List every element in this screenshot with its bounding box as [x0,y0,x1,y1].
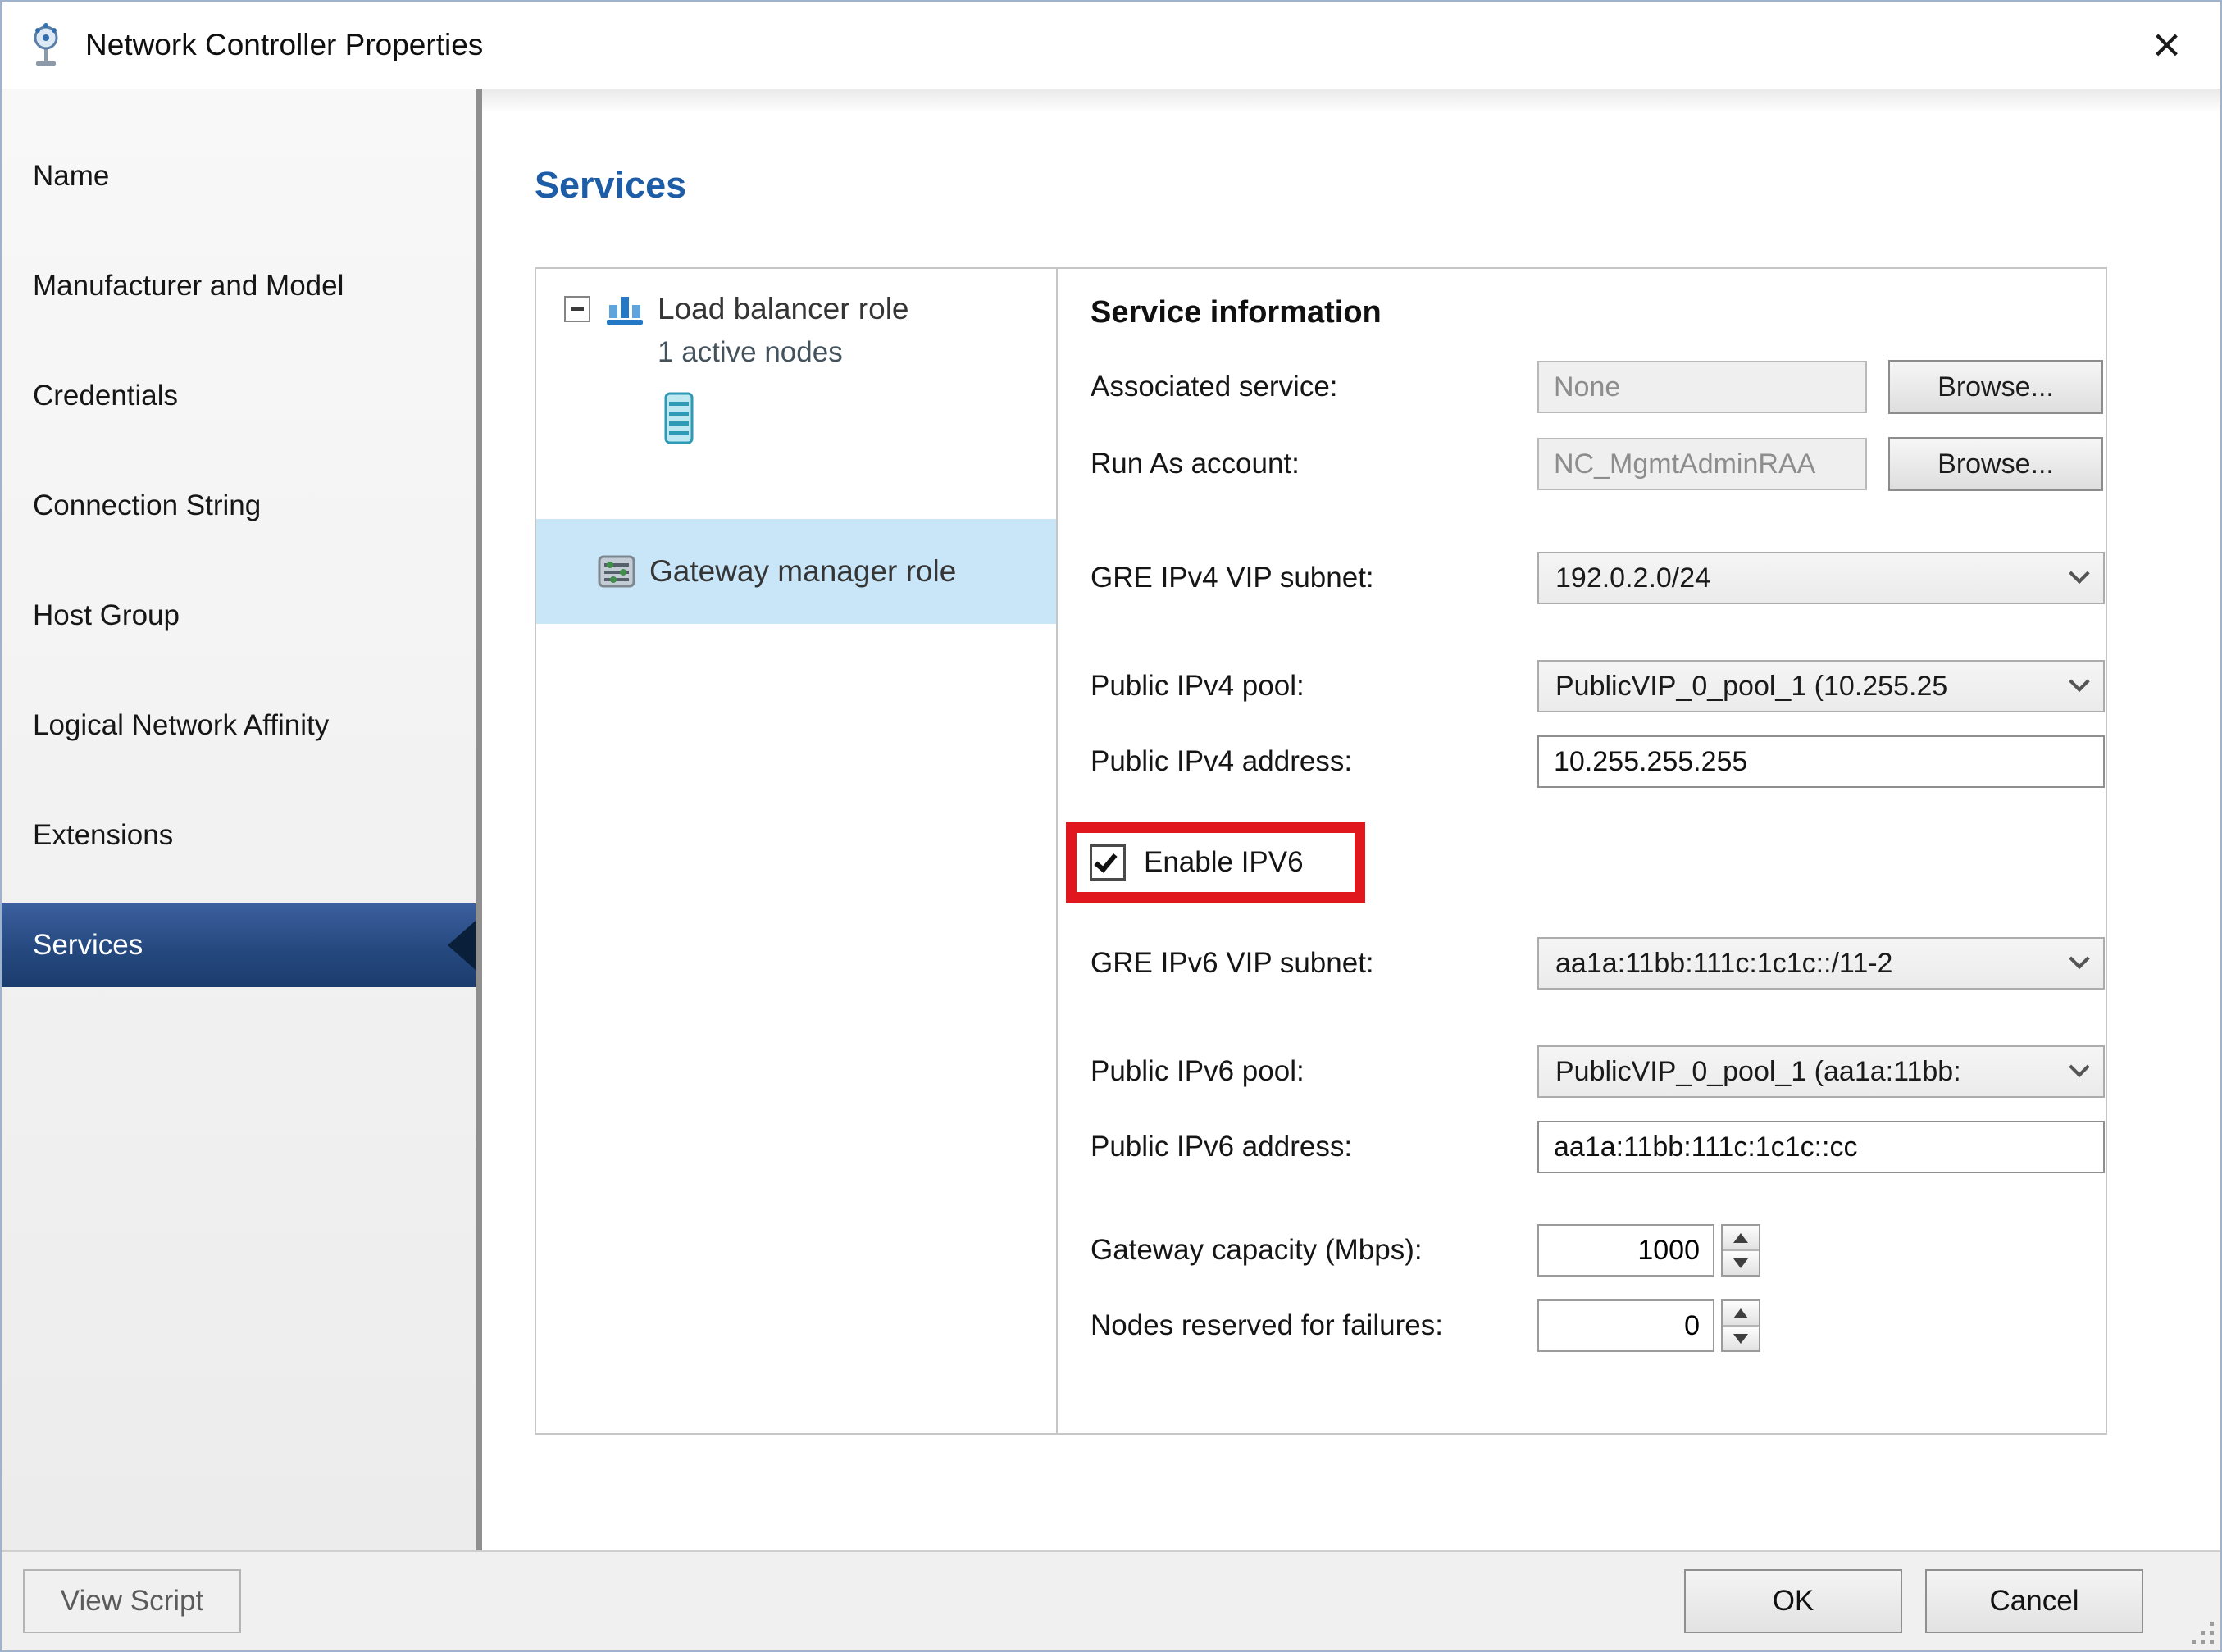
load-balancer-node[interactable]: Load balancer role [536,292,1056,326]
load-balancer-active-nodes: 1 active nodes [658,336,843,368]
public-ipv6-address-label: Public IPv6 address: [1091,1131,1353,1163]
gateway-manager-icon [597,552,636,591]
network-controller-icon [23,22,69,68]
run-as-account-row: Run As account: Browse... [1091,437,2106,491]
main-content: Services Load balancer role 1 active nod… [482,89,2220,1550]
nodes-reserved-row: Nodes reserved for failures: [1091,1299,2106,1352]
load-balancer-label: Load balancer role [658,292,909,325]
chevron-down-icon [2069,1056,2090,1078]
enable-ipv6-label: Enable IPV6 [1144,846,1304,878]
spinner-down-icon[interactable] [1723,1249,1759,1275]
public-ipv6-pool-value: PublicVIP_0_pool_1 (aa1a:11bb: [1555,1055,1961,1087]
gateway-manager-node[interactable]: Gateway manager role [536,519,1056,624]
sidebar-item-label: Extensions [33,819,174,851]
spinner-up-icon[interactable] [1723,1301,1759,1325]
gateway-capacity-spinner [1721,1224,1760,1277]
gre-ipv6-subnet-label: GRE IPv6 VIP subnet: [1091,947,1374,979]
sidebar-item-label: Manufacturer and Model [33,270,344,302]
nodes-reserved-label: Nodes reserved for failures: [1091,1309,1443,1341]
page-title: Services [535,164,687,206]
cancel-button[interactable]: Cancel [1925,1569,2143,1633]
gateway-capacity-label: Gateway capacity (Mbps): [1091,1234,1423,1266]
enable-ipv6-row: Enable IPV6 [1066,822,2106,903]
gre-ipv4-subnet-dropdown[interactable]: 192.0.2.0/24 [1537,552,2105,604]
gre-ipv6-subnet-dropdown[interactable]: aa1a:11bb:111c:1c1c::/11-2 [1537,937,2105,990]
sidebar-item-label: Connection String [33,489,262,521]
sidebar-item-label: Host Group [33,599,180,631]
public-ipv4-pool-row: Public IPv4 pool: PublicVIP_0_pool_1 (10… [1091,660,2106,712]
public-ipv6-address-input[interactable] [1537,1121,2105,1173]
public-ipv6-pool-label: Public IPv6 pool: [1091,1055,1305,1087]
sidebar-item-credentials[interactable]: Credentials [2,354,476,438]
top-shadow-band [482,89,2220,113]
sidebar-item-services[interactable]: Services [2,903,476,987]
roles-tree: Load balancer role 1 active nodes Gatewa… [536,269,1058,1433]
chevron-down-icon [2069,948,2090,970]
gre-ipv6-subnet-value: aa1a:11bb:111c:1c1c::/11-2 [1555,947,1893,979]
run-as-browse-button[interactable]: Browse... [1888,437,2103,491]
red-annotation-highlight: Enable IPV6 [1066,822,1365,903]
public-ipv4-address-row: Public IPv4 address: [1091,735,2106,788]
run-as-account-field [1537,438,1867,490]
public-ipv4-pool-label: Public IPv4 pool: [1091,670,1305,702]
gre-ipv4-subnet-row: GRE IPv4 VIP subnet: 192.0.2.0/24 [1091,552,2106,604]
sidebar-item-label: Name [33,160,110,192]
associated-service-browse-button[interactable]: Browse... [1888,360,2103,414]
section-title: Service information [1091,295,1382,330]
gre-ipv6-subnet-row: GRE IPv6 VIP subnet: aa1a:11bb:111c:1c1c… [1091,937,2106,990]
nodes-reserved-input[interactable] [1537,1299,1714,1352]
associated-service-row: Associated service: Browse... [1091,360,2106,414]
view-script-button[interactable]: View Script [23,1569,241,1633]
checkmark-icon [1094,849,1118,873]
gateway-manager-label: Gateway manager role [649,554,957,588]
resize-grip-icon[interactable] [2186,1616,2215,1645]
dialog-body: Name Manufacturer and Model Credentials … [2,89,2220,1550]
gre-ipv4-subnet-label: GRE IPv4 VIP subnet: [1091,562,1374,594]
public-ipv4-pool-value: PublicVIP_0_pool_1 (10.255.25 [1555,670,1948,702]
service-information-form: Service information Associated service: … [1058,269,2106,1433]
enable-ipv6-checkbox[interactable] [1090,844,1126,881]
sidebar-item-host-group[interactable]: Host Group [2,574,476,658]
nodes-reserved-spinner [1721,1299,1760,1352]
run-as-account-label: Run As account: [1091,448,1300,480]
sidebar-item-label: Services [33,929,143,961]
gateway-capacity-input[interactable] [1537,1224,1714,1277]
sidebar-item-extensions[interactable]: Extensions [2,794,476,877]
sidebar-item-manufacturer-and-model[interactable]: Manufacturer and Model [2,244,476,328]
public-ipv4-pool-dropdown[interactable]: PublicVIP_0_pool_1 (10.255.25 [1537,660,2105,712]
collapse-expander-icon[interactable] [564,296,590,322]
chevron-down-icon [2069,671,2090,693]
active-node-server-icon[interactable] [661,392,697,444]
public-ipv4-address-input[interactable] [1537,735,2105,788]
services-panel: Load balancer role 1 active nodes Gatewa… [535,267,2107,1435]
close-icon[interactable]: × [2146,20,2188,70]
window-title: Network Controller Properties [85,28,484,61]
sidebar-item-name[interactable]: Name [2,134,476,218]
chevron-down-icon [2069,562,2090,585]
ok-button[interactable]: OK [1684,1569,1902,1633]
sidebar-item-label: Credentials [33,380,179,412]
dialog-footer: View Script OK Cancel [2,1550,2220,1650]
associated-service-label: Associated service: [1091,371,1338,403]
titlebar: Network Controller Properties × [2,2,2220,89]
public-ipv6-pool-row: Public IPv6 pool: PublicVIP_0_pool_1 (aa… [1091,1045,2106,1098]
load-balancer-icon [605,292,644,326]
sidebar: Name Manufacturer and Model Credentials … [2,89,482,1550]
associated-service-field [1537,361,1867,413]
sidebar-item-connection-string[interactable]: Connection String [2,464,476,548]
sidebar-item-label: Logical Network Affinity [33,709,330,741]
network-controller-properties-dialog: Network Controller Properties × Name Man… [0,0,2222,1652]
spinner-down-icon[interactable] [1723,1325,1759,1350]
spinner-up-icon[interactable] [1723,1226,1759,1249]
sidebar-item-logical-network-affinity[interactable]: Logical Network Affinity [2,684,476,767]
public-ipv6-address-row: Public IPv6 address: [1091,1121,2106,1173]
public-ipv4-address-label: Public IPv4 address: [1091,745,1353,777]
gateway-capacity-row: Gateway capacity (Mbps): [1091,1224,2106,1277]
gre-ipv4-subnet-value: 192.0.2.0/24 [1555,562,1711,594]
public-ipv6-pool-dropdown[interactable]: PublicVIP_0_pool_1 (aa1a:11bb: [1537,1045,2105,1098]
